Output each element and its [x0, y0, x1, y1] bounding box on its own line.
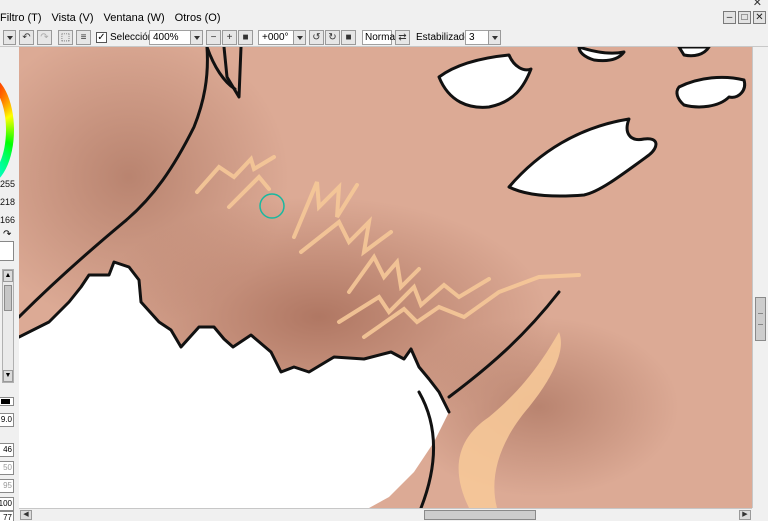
minimize-icon: –: [726, 12, 733, 23]
scroll-down-icon[interactable]: ▼: [3, 370, 13, 382]
rotate-icon: ↺: [312, 32, 321, 43]
zoom-reset-button[interactable]: ■: [238, 30, 253, 45]
seleccion-checkbox[interactable]: ✓: [96, 32, 107, 43]
scroll-left-icon[interactable]: ◀: [20, 510, 32, 520]
zoom-in-button[interactable]: +: [222, 30, 237, 45]
scroll-up-icon[interactable]: ▲: [3, 270, 13, 282]
left-panel: 255 218 166 ↷ ▲ ▼ 9.0 46 50 95 100 77: [0, 47, 17, 521]
toolbar: ↶ ↷ ⬚ ≡ ✓ Selección 400% − + ■ +000° ↺ ↻…: [0, 28, 768, 47]
rotation-dropdown-button[interactable]: [293, 30, 306, 45]
brush-field-2[interactable]: 50: [0, 461, 14, 475]
rotation-field[interactable]: +000°: [258, 30, 294, 45]
menu-ventana[interactable]: Ventana (W): [100, 8, 171, 28]
flip-icon: ⇄: [398, 32, 407, 43]
rotate-right-icon: ↻: [328, 32, 337, 43]
brush-list-scrollbar[interactable]: ▲ ▼: [2, 269, 14, 383]
vertical-scroll-thumb[interactable]: [755, 297, 766, 341]
window-controls: – □ ✕: [723, 11, 766, 24]
brush-size-field[interactable]: 9.0: [0, 413, 14, 427]
estabilizador-field[interactable]: 3: [465, 30, 489, 45]
horizontal-scroll-thumb[interactable]: [424, 510, 536, 520]
scroll-corner: [752, 508, 768, 521]
zoom-out-icon: −: [210, 32, 217, 43]
color-wheel[interactable]: [0, 75, 14, 185]
menu-otros[interactable]: Otros (O): [171, 8, 227, 28]
maximize-button[interactable]: □: [738, 11, 751, 24]
artwork: [19, 47, 752, 508]
deselect-button[interactable]: ⬚: [58, 30, 73, 45]
blend-mode-field[interactable]: Normal: [362, 30, 397, 45]
window-top-strip: ✕: [0, 0, 768, 9]
zoom-in-icon: +: [226, 32, 233, 43]
zoom-dropdown-button[interactable]: [190, 30, 203, 45]
panel-toggle-button[interactable]: [3, 30, 16, 45]
invert-selection-button[interactable]: ≡: [76, 30, 91, 45]
rotation-reset-button[interactable]: ■: [341, 30, 356, 45]
reset-icon: ■: [345, 32, 352, 43]
secondary-color-swatch[interactable]: [0, 241, 14, 261]
paint-tool-window: ✕ Filtro (T) Vista (V) Ventana (W) Otros…: [0, 0, 768, 521]
swap-colors-icon[interactable]: ↷: [3, 229, 11, 240]
seleccion-label: Selección: [110, 32, 154, 43]
brush-list-scroll-thumb[interactable]: [4, 285, 12, 311]
vertical-scrollbar[interactable]: [752, 47, 768, 508]
menu-filtro[interactable]: Filtro (T): [0, 8, 48, 28]
deselect-icon: ⬚: [60, 32, 71, 43]
zoom-field[interactable]: 400%: [149, 30, 191, 45]
undo-button[interactable]: ↶: [19, 30, 34, 45]
close-icon: ✕: [755, 12, 764, 23]
maximize-icon: □: [741, 12, 748, 23]
brush-field-4[interactable]: 100: [0, 497, 14, 511]
horizontal-scrollbar[interactable]: ◀ ▶: [19, 508, 752, 521]
brush-shape-preview[interactable]: [0, 397, 14, 406]
estabilizador-dropdown-button[interactable]: [488, 30, 501, 45]
redo-icon: ↷: [40, 32, 49, 43]
color-value-3: 166: [0, 215, 15, 225]
rotate-left-button[interactable]: ↺: [309, 30, 324, 45]
close-button[interactable]: ✕: [753, 11, 766, 24]
brush-field-1[interactable]: 46: [0, 443, 14, 457]
menu-vista[interactable]: Vista (V): [48, 8, 100, 28]
menu-bar: Filtro (T) Vista (V) Ventana (W) Otros (…: [0, 8, 768, 28]
drawing-canvas[interactable]: [19, 47, 752, 508]
minimize-button[interactable]: –: [723, 11, 736, 24]
rotate-right-button[interactable]: ↻: [325, 30, 340, 45]
color-value-2: 218: [0, 197, 15, 207]
undo-icon: ↶: [22, 32, 31, 43]
flip-view-button[interactable]: ⇄: [395, 30, 410, 45]
color-value-1: 255: [0, 179, 15, 189]
redo-button[interactable]: ↷: [37, 30, 52, 45]
scroll-right-icon[interactable]: ▶: [739, 510, 751, 520]
zoom-out-button[interactable]: −: [206, 30, 221, 45]
invert-selection-icon: ≡: [80, 32, 87, 43]
brush-field-5[interactable]: 77: [0, 511, 14, 521]
zoom-reset-icon: ■: [242, 32, 249, 43]
brush-field-3[interactable]: 95: [0, 479, 14, 493]
